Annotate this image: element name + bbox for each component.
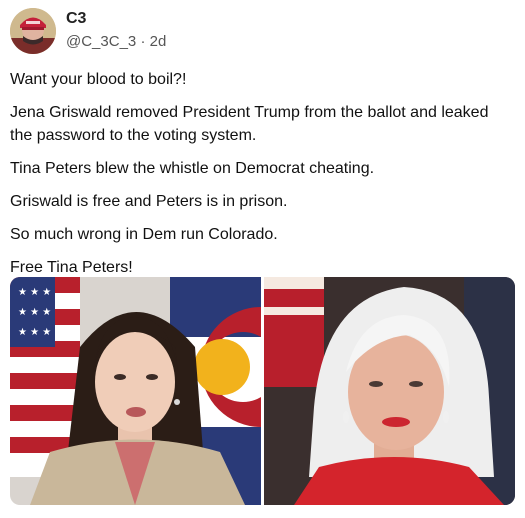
author-name[interactable]: C3 <box>66 10 86 28</box>
post-line: Griswald is free and Peters is in prison… <box>10 193 288 210</box>
post-line: Tina Peters blew the whistle on Democrat… <box>10 160 375 177</box>
post-line: Jena Griswald removed President Trump fr… <box>10 104 489 144</box>
photo-left[interactable]: ★ ★ ★ ★ ★ ★ ★ ★ ★ <box>10 277 261 505</box>
photo-left-woman-flags-icon: ★ ★ ★ ★ ★ ★ ★ ★ ★ <box>10 277 261 505</box>
author-handle[interactable]: @C_3C_3 <box>66 33 136 50</box>
avatar-image-icon <box>10 8 56 54</box>
avatar[interactable] <box>10 8 56 54</box>
post-line: So much wrong in Dem run Colorado. <box>10 226 278 243</box>
svg-text:★ ★ ★: ★ ★ ★ <box>18 287 51 298</box>
post-timestamp[interactable]: 2d <box>150 33 167 50</box>
post-body: Want your blood to boil?! Jena Griswald … <box>10 68 515 289</box>
svg-text:★ ★ ★: ★ ★ ★ <box>18 327 51 338</box>
svg-text:★ ★ ★: ★ ★ ★ <box>18 307 51 318</box>
photo-right-woman-white-hair-icon <box>264 277 515 505</box>
media-grid: ★ ★ ★ ★ ★ ★ ★ ★ ★ <box>10 277 515 505</box>
post-line: Free Tina Peters! <box>10 259 133 276</box>
post-line: Want your blood to boil?! <box>10 71 187 88</box>
photo-right[interactable] <box>264 277 515 505</box>
post-meta: @C_3C_3 · 2d <box>66 33 166 50</box>
social-post: C3 @C_3C_3 · 2d Want your blood to boil?… <box>0 0 525 518</box>
